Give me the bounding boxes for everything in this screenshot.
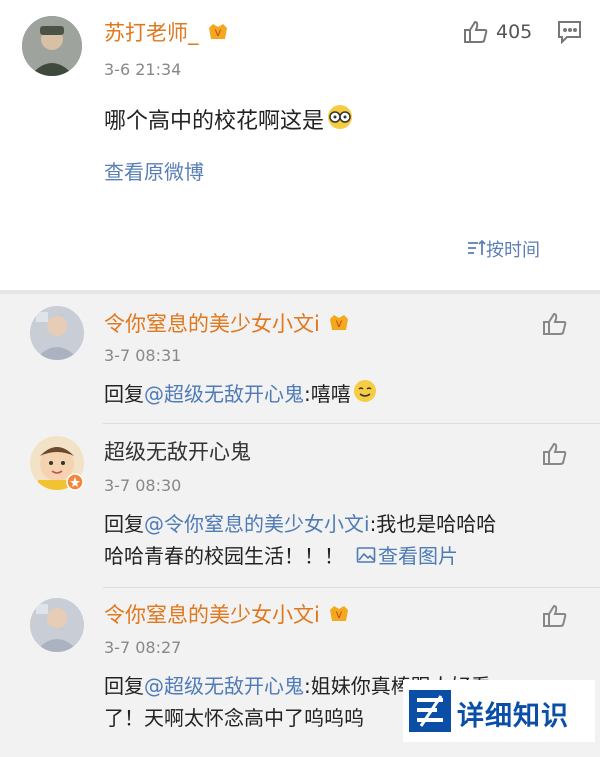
main-comment-card: 苏打老师_ V 3-6 21:34 405 哪个高中的校花啊这是 查看原微博 按… — [0, 0, 600, 290]
like-icon[interactable] — [542, 312, 568, 340]
reply-time: 3-7 08:27 — [104, 638, 182, 657]
username-text[interactable]: 令你窒息的美少女小文i — [104, 603, 320, 627]
svg-text:V: V — [336, 320, 343, 330]
username[interactable]: 令你窒息的美少女小文i V — [104, 312, 350, 338]
reply-text: 回复@令你窒息的美少女小文i:我也是哈哈哈 — [104, 508, 496, 541]
verified-badge-icon — [66, 473, 84, 495]
sort-icon — [466, 239, 486, 263]
mention-link[interactable]: @令你窒息的美少女小文i — [144, 512, 370, 536]
username[interactable]: 超级无敌开心鬼 — [104, 440, 251, 464]
svg-text:V: V — [214, 29, 221, 39]
mention-link[interactable]: @超级无敌开心鬼 — [144, 674, 304, 698]
view-original-weibo-link[interactable]: 查看原微博 — [104, 160, 204, 184]
view-image-link[interactable]: 查看图片 — [356, 544, 458, 568]
comment-text: 哪个高中的校花啊这是 — [104, 104, 354, 140]
username[interactable]: 令你窒息的美少女小文i V — [104, 603, 350, 629]
comment-time: 3-6 21:34 — [104, 60, 182, 79]
image-icon — [356, 541, 376, 574]
reply-prefix: 回复 — [104, 674, 144, 698]
avatar[interactable] — [30, 598, 84, 652]
watermark-logo-icon — [407, 688, 453, 738]
reply-time: 3-7 08:30 — [104, 476, 182, 495]
reply-text-line2-row: 哈哈青春的校园生活！！！ 查看图片 — [104, 540, 458, 574]
mention-link[interactable]: @超级无敌开心鬼 — [144, 382, 304, 406]
smile-emoji-icon — [353, 379, 377, 413]
reply-prefix: 回复 — [104, 512, 144, 536]
like-icon[interactable] — [542, 604, 568, 632]
view-image-label[interactable]: 查看图片 — [378, 544, 458, 568]
avatar-image — [30, 598, 84, 652]
reply-text-line2-row: 了！天啊太怀念高中了呜呜呜 — [104, 702, 364, 735]
username-text[interactable]: 令你窒息的美少女小文i — [104, 312, 320, 336]
username[interactable]: 苏打老师_ V — [104, 21, 229, 47]
like-count: 405 — [496, 21, 533, 43]
vip-badge-icon: V — [207, 22, 229, 47]
avatar-image — [30, 306, 84, 360]
comment-icon[interactable] — [557, 20, 583, 48]
reply-time: 3-7 08:31 — [104, 346, 182, 365]
reply-text: 回复@超级无敌开心鬼:嘻嘻 — [104, 378, 377, 413]
reply-separator — [103, 587, 600, 588]
avatar[interactable] — [30, 306, 84, 360]
username-text[interactable]: 苏打老师_ — [104, 21, 199, 45]
sort-by-time-button[interactable]: 按时间 — [466, 239, 540, 263]
reply-text-line2: 了！天啊太怀念高中了呜呜呜 — [104, 706, 364, 730]
reply-separator — [103, 423, 600, 424]
svg-text:V: V — [336, 611, 343, 621]
reply-text-line2: 哈哈青春的校园生活！！！ — [104, 544, 344, 568]
avatar-image — [22, 16, 82, 76]
like-icon[interactable] — [542, 442, 568, 470]
reply-prefix: 回复 — [104, 382, 144, 406]
avatar[interactable] — [22, 16, 82, 76]
vip-badge-icon: V — [328, 313, 350, 338]
reply-text-line1: :我也是哈哈哈 — [369, 512, 497, 536]
vip-badge-icon: V — [328, 604, 350, 629]
like-icon[interactable] — [463, 20, 489, 48]
sort-label: 按时间 — [486, 240, 540, 261]
reply-text-content: :嘻嘻 — [304, 382, 351, 406]
glasses-emoji-icon — [326, 104, 354, 140]
watermark: 详细知识 — [403, 680, 595, 742]
username-text[interactable]: 超级无敌开心鬼 — [104, 440, 251, 464]
watermark-text: 详细知识 — [457, 701, 569, 732]
comment-text-content: 哪个高中的校花啊这是 — [104, 109, 325, 134]
section-divider — [0, 290, 600, 294]
